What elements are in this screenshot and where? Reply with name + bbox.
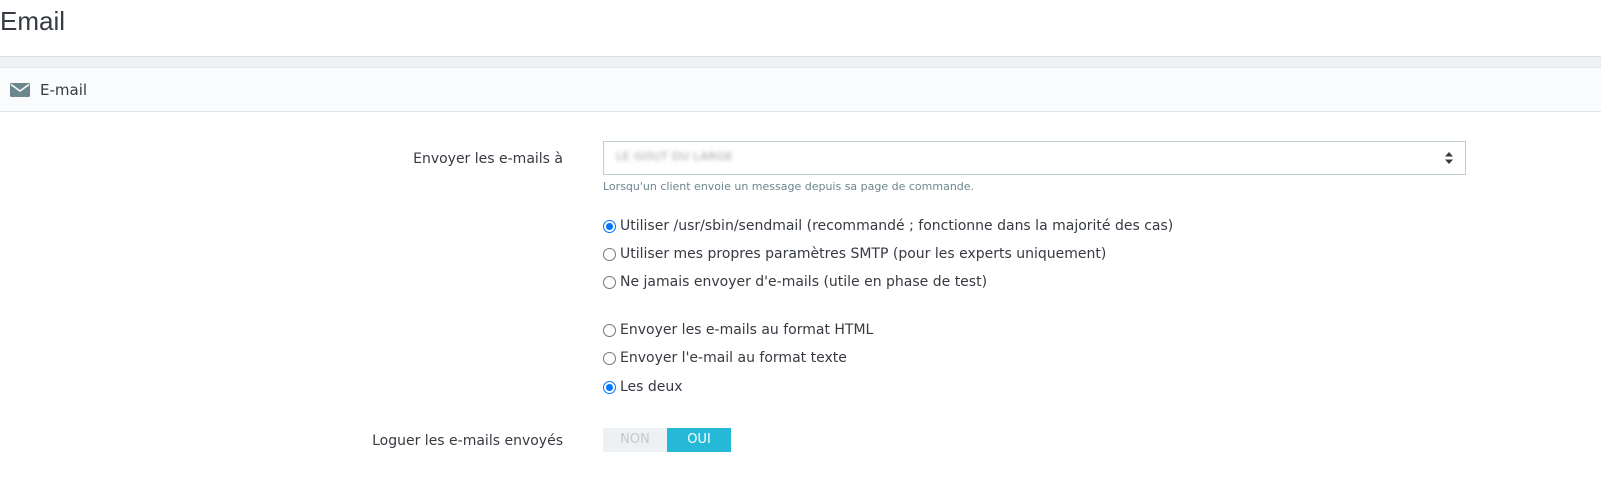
radio-never-label: Ne jamais envoyer d'e-mails (utile en ph… bbox=[620, 274, 988, 290]
radio-smtp-label: Utiliser mes propres paramètres SMTP (po… bbox=[620, 246, 1107, 262]
select-arrows-icon bbox=[1445, 152, 1453, 164]
radio-html[interactable] bbox=[603, 323, 616, 337]
page-title: Email bbox=[0, 6, 66, 36]
send-to-selected-value: LE GOUT DU LARGE bbox=[616, 150, 734, 163]
radio-html-label: Envoyer les e-mails au format HTML bbox=[620, 322, 874, 338]
radio-both[interactable] bbox=[603, 380, 616, 394]
envelope-icon bbox=[10, 83, 30, 97]
radio-sendmail[interactable] bbox=[603, 219, 616, 233]
log-emails-on-option[interactable]: OUI bbox=[667, 428, 731, 452]
radio-smtp[interactable] bbox=[603, 247, 616, 261]
log-emails-label: Loguer les e-mails envoyés bbox=[372, 433, 563, 449]
radio-sendmail-label: Utiliser /usr/sbin/sendmail (recommandé … bbox=[620, 218, 1174, 234]
send-to-select[interactable]: LE GOUT DU LARGE bbox=[603, 141, 1466, 175]
log-emails-switch[interactable]: NON OUI bbox=[603, 428, 731, 452]
radio-both-label: Les deux bbox=[620, 379, 683, 395]
email-panel: E-mail bbox=[0, 56, 1601, 480]
radio-option-never[interactable]: Ne jamais envoyer d'e-mails (utile en ph… bbox=[603, 272, 987, 292]
panel-heading: E-mail bbox=[0, 67, 1601, 112]
radio-text-label: Envoyer l'e-mail au format texte bbox=[620, 350, 847, 366]
send-to-label: Envoyer les e-mails à bbox=[413, 151, 563, 167]
panel-top-band bbox=[0, 57, 1601, 67]
radio-option-both[interactable]: Les deux bbox=[603, 377, 683, 397]
log-emails-off-option[interactable]: NON bbox=[603, 428, 667, 452]
radio-option-text[interactable]: Envoyer l'e-mail au format texte bbox=[603, 348, 847, 368]
radio-text[interactable] bbox=[603, 351, 616, 365]
radio-option-html[interactable]: Envoyer les e-mails au format HTML bbox=[603, 320, 873, 340]
radio-option-sendmail[interactable]: Utiliser /usr/sbin/sendmail (recommandé … bbox=[603, 216, 1173, 236]
send-to-help-text: Lorsqu'un client envoie un message depui… bbox=[603, 180, 975, 193]
radio-never[interactable] bbox=[603, 275, 616, 289]
radio-option-smtp[interactable]: Utiliser mes propres paramètres SMTP (po… bbox=[603, 244, 1106, 264]
panel-heading-label: E-mail bbox=[40, 81, 88, 99]
